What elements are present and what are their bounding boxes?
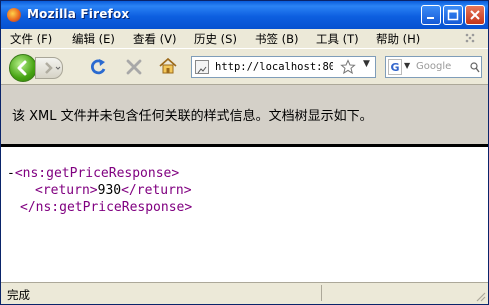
title-bar[interactable]: Mozilla Firefox xyxy=(1,1,488,29)
xml-root-line: -<ns:getPriceResponse> xyxy=(7,166,179,181)
xml-close-tag: </ns:getPriceResponse> xyxy=(20,200,193,215)
forward-arrow-icon xyxy=(45,62,61,74)
menu-tools[interactable]: 工具 (T) xyxy=(316,31,359,47)
page-favicon-icon xyxy=(195,60,209,74)
search-box[interactable]: G ▼ Google xyxy=(385,56,482,78)
throbber-icon xyxy=(465,33,475,43)
url-text[interactable]: http://localhost:8080 xyxy=(215,61,333,73)
xml-open-tag: <ns:getPriceResponse> xyxy=(14,166,180,181)
maximize-icon xyxy=(447,9,459,21)
menu-bookmarks[interactable]: 书签 (B) xyxy=(255,31,299,47)
status-text: 完成 xyxy=(7,288,30,302)
menu-bar: 文件 (F) 编辑 (E) 查看 (V) 历史 (S) 书签 (B) 工具 (T… xyxy=(1,29,488,48)
status-bar: 完成 xyxy=(1,282,488,304)
window-title: Mozilla Firefox xyxy=(27,7,130,21)
xml-return-close: </return> xyxy=(121,183,192,198)
menu-help[interactable]: 帮助 (H) xyxy=(376,31,420,47)
xml-return-open: <return> xyxy=(35,183,98,198)
resize-grip-icon[interactable] xyxy=(474,290,486,302)
back-button[interactable] xyxy=(9,54,37,82)
bookmark-star-icon[interactable] xyxy=(340,59,356,75)
close-icon xyxy=(470,10,480,20)
stop-icon[interactable] xyxy=(124,57,144,77)
collapse-toggle[interactable]: - xyxy=(7,166,15,181)
navigation-toolbar: http://localhost:8080 ▼ G ▼ Google xyxy=(1,48,488,85)
xml-child-line: <return>930</return> xyxy=(35,183,192,198)
info-message: 该 XML 文件并未包含任何关联的样式信息。文档树显示如下。 xyxy=(12,109,373,124)
xml-return-value: 930 xyxy=(97,183,122,198)
back-arrow-icon xyxy=(17,60,27,76)
engine-dropdown-icon[interactable]: ▼ xyxy=(404,61,410,70)
google-engine-icon[interactable]: G xyxy=(388,59,402,75)
minimize-icon xyxy=(427,17,434,19)
search-placeholder[interactable]: Google xyxy=(416,61,451,72)
menu-edit[interactable]: 编辑 (E) xyxy=(72,31,115,47)
address-bar[interactable]: http://localhost:8080 ▼ xyxy=(191,56,376,78)
minimize-button[interactable] xyxy=(421,5,441,25)
url-dropdown-icon[interactable]: ▼ xyxy=(363,59,370,69)
close-button[interactable] xyxy=(465,5,485,25)
maximize-button[interactable] xyxy=(443,5,463,25)
xml-info-bar: 该 XML 文件并未包含任何关联的样式信息。文档树显示如下。 xyxy=(1,85,488,147)
reload-icon[interactable] xyxy=(88,57,108,77)
menu-view[interactable]: 查看 (V) xyxy=(133,31,177,47)
forward-button[interactable] xyxy=(35,57,63,79)
menu-history[interactable]: 历史 (S) xyxy=(194,31,237,47)
menu-file[interactable]: 文件 (F) xyxy=(10,31,52,47)
xml-tree-view: -<ns:getPriceResponse> <return>930</retu… xyxy=(1,147,488,282)
status-divider xyxy=(321,285,322,301)
firefox-icon xyxy=(7,8,21,22)
search-icon[interactable] xyxy=(470,62,480,74)
xml-close-line: </ns:getPriceResponse> xyxy=(20,200,192,215)
home-icon[interactable] xyxy=(158,56,178,76)
browser-window: Mozilla Firefox 文件 (F) 编辑 (E) 查看 (V) 历史 … xyxy=(0,0,489,305)
